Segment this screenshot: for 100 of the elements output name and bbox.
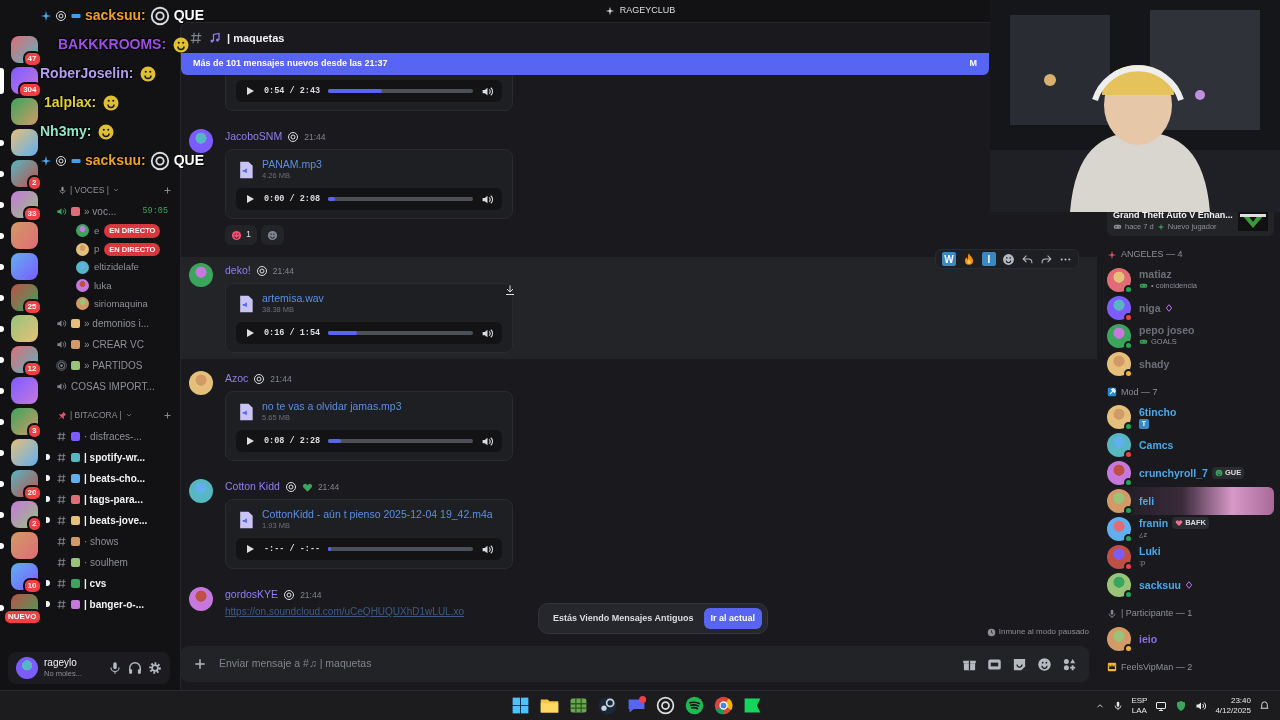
voice-member-name: siriomaquina — [94, 296, 148, 311]
notification-icon[interactable] — [1259, 700, 1270, 711]
category-label[interactable]: | BITACORA | — [70, 409, 122, 422]
microphone-icon[interactable] — [108, 661, 122, 675]
add-reaction-button[interactable] — [261, 225, 284, 245]
user-avatar — [189, 263, 213, 287]
user-avatar — [16, 657, 38, 679]
channel-item[interactable]: | beats-cho... — [48, 467, 172, 489]
channel-item[interactable]: | tags-para... — [48, 488, 172, 510]
browser-icon[interactable] — [713, 695, 734, 716]
member-item[interactable]: ieio — [1107, 624, 1274, 653]
channel-item[interactable]: » PARTIDOS — [48, 355, 172, 376]
play-icon[interactable] — [244, 327, 256, 339]
file-name-link[interactable]: PANAM.mp3 — [262, 159, 322, 170]
user-avatar — [189, 479, 213, 503]
settings-icon[interactable] — [148, 661, 162, 675]
channel-item[interactable]: · shows — [48, 530, 172, 552]
hash-icon — [56, 451, 67, 463]
avatar — [76, 242, 89, 256]
volume-icon[interactable] — [1195, 699, 1208, 712]
headphones-icon[interactable] — [128, 661, 142, 675]
channel-item[interactable]: | cvs — [48, 572, 172, 594]
old-messages-popup: Estás Viendo Mensajes Antiguos Ir al actual — [538, 602, 769, 634]
channel-item[interactable]: | spotify-wr... — [48, 446, 172, 468]
windows-icon[interactable] — [510, 695, 531, 716]
member-item[interactable]: Camcs — [1107, 431, 1274, 459]
channel-item[interactable]: | beats-jove... — [48, 509, 172, 531]
category-label[interactable]: | VOCES | — [70, 184, 109, 197]
add-channel-icon[interactable] — [163, 410, 172, 420]
hash-icon — [56, 472, 67, 484]
playback-time: 0:00 / 2:08 — [264, 192, 321, 206]
member-item[interactable]: niga — [1107, 293, 1274, 322]
emoji-icon[interactable] — [1037, 656, 1052, 672]
file-name-link[interactable]: artemisa.wav — [262, 293, 324, 304]
emoji-icon — [231, 229, 242, 241]
music-icon[interactable] — [684, 695, 705, 716]
member-item[interactable]: sacksuu — [1107, 571, 1274, 599]
role-icon — [253, 373, 266, 385]
hammer-icon — [1107, 387, 1117, 398]
network-icon[interactable] — [1155, 699, 1168, 712]
reaction-button[interactable]: 1 — [225, 225, 257, 245]
emoji-icon — [71, 452, 80, 462]
message-input[interactable]: Enviar mensaje a #♫ | maquetas — [217, 655, 952, 673]
author-name[interactable]: deko! — [225, 263, 251, 279]
reaction-emoji[interactable]: W — [942, 252, 956, 266]
voice-member-name: luka — [94, 278, 112, 293]
layout-indicator[interactable]: LAA — [1131, 705, 1147, 716]
member-item[interactable]: shady — [1107, 349, 1274, 378]
member-name: ieio — [1139, 632, 1158, 645]
chat-username: sacksuu: — [85, 6, 146, 25]
author-name[interactable]: gordosKYE — [225, 587, 279, 603]
add-reaction-icon[interactable] — [1002, 252, 1015, 266]
play-icon[interactable] — [244, 193, 256, 205]
apps-icon[interactable] — [1062, 656, 1077, 672]
author-name[interactable]: Azoc — [225, 371, 249, 387]
language-indicator[interactable]: ESP — [1131, 695, 1148, 706]
fire-icon[interactable] — [962, 252, 976, 266]
role-icon — [287, 131, 300, 143]
hash-icon — [56, 430, 67, 442]
new-messages-banner[interactable]: Más de 101 mensajes nuevos desde las 21:37 M — [181, 53, 989, 75]
app-icon[interactable] — [655, 695, 676, 716]
voice-member-name: eltizidelafe — [94, 260, 139, 275]
channel-item[interactable]: COSAS IMPORT... — [48, 376, 172, 397]
chat-username: Nh3my: — [40, 122, 92, 141]
member-name: feli — [1139, 495, 1155, 507]
download-icon[interactable] — [504, 284, 516, 296]
add-channel-icon[interactable] — [163, 185, 172, 195]
notification-badge: 12 — [22, 361, 42, 377]
channel-item[interactable]: » CREAR VC — [48, 334, 172, 355]
avatar — [76, 224, 89, 238]
file-name-link[interactable]: CottonKidd - aún t pienso 2025-12-04 19_42.m4a — [262, 509, 493, 520]
file-name-link[interactable]: no te vas a olvidar jamas.mp3 — [262, 401, 402, 412]
date[interactable]: 4/12/2025 — [1215, 705, 1251, 716]
channel-item[interactable]: · disfraces-... — [48, 425, 172, 447]
member-name: niga — [1139, 301, 1161, 314]
reaction-emoji[interactable]: I — [982, 252, 996, 266]
clock[interactable]: 23:40 — [1230, 695, 1251, 706]
emoji-icon — [71, 319, 80, 328]
jump-button[interactable]: Ir al actual — [703, 607, 763, 629]
author-name[interactable]: Cotton Kidd — [225, 479, 280, 495]
music-note-icon — [209, 32, 221, 44]
channel-item[interactable]: » voc... 59:05 — [48, 200, 172, 222]
microphone-icon[interactable] — [1113, 700, 1124, 711]
channel-item[interactable]: · soulhem — [48, 551, 172, 573]
author-name[interactable]: JacoboSNM — [225, 129, 283, 145]
message-field[interactable]: Enviar mensaje a #♫ | maquetas — [181, 646, 1089, 682]
notification-badge: 3 — [27, 423, 42, 439]
member-item[interactable]: feli — [1107, 487, 1274, 515]
attach-icon[interactable] — [193, 657, 207, 671]
play-icon[interactable] — [244, 435, 256, 447]
play-icon[interactable] — [244, 85, 256, 97]
sticker-icon[interactable] — [1012, 656, 1027, 672]
playback-time: 0:08 / 2:28 — [264, 434, 321, 448]
emoji-icon — [71, 361, 80, 370]
app-icon[interactable] — [597, 695, 618, 716]
shield-icon[interactable] — [1175, 699, 1188, 712]
notification-badge: 47 — [22, 51, 42, 67]
channel-item[interactable]: | banger-o-... — [48, 593, 172, 615]
play-icon[interactable] — [244, 543, 256, 555]
channel-item[interactable]: » demonios i... — [48, 313, 172, 334]
